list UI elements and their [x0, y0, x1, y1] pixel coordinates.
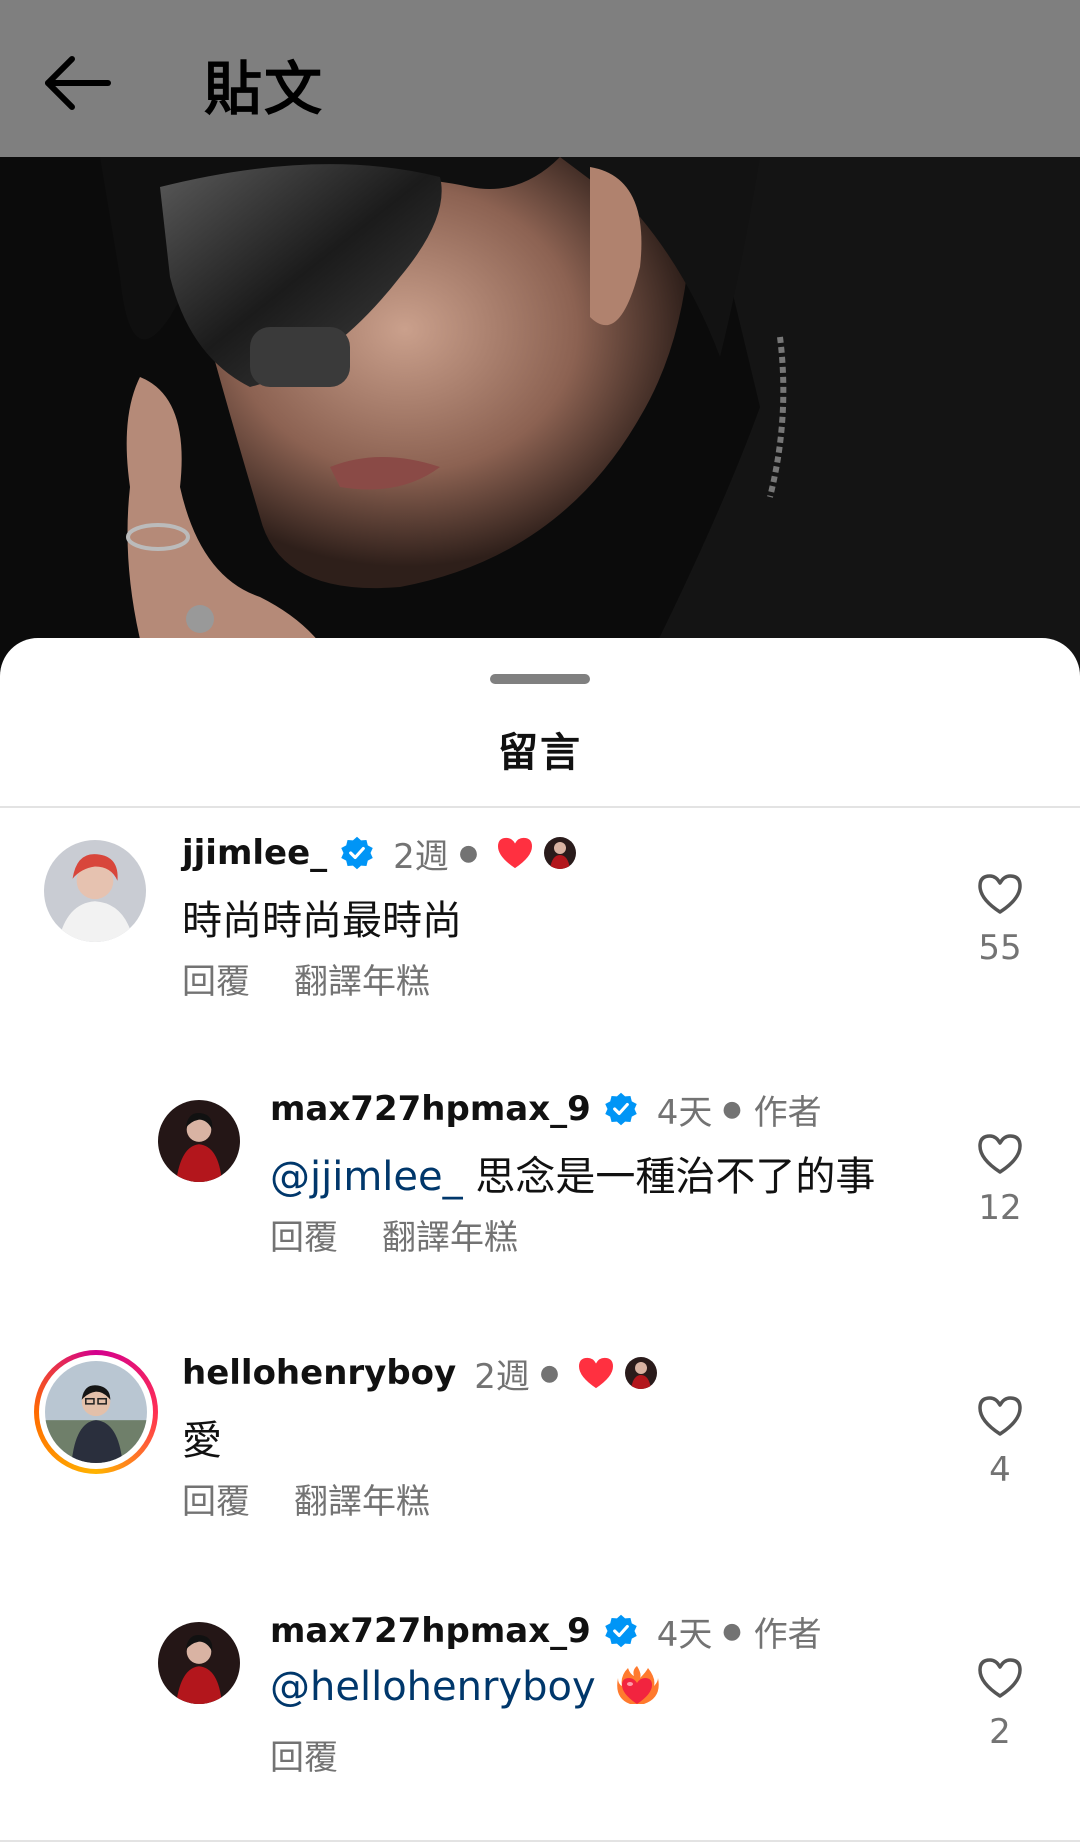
comment-text: 愛: [182, 1418, 222, 1464]
author-label: 作者: [753, 1614, 822, 1655]
like-column: 2: [960, 1656, 1040, 1752]
timestamp: 4天: [656, 1092, 713, 1133]
comment-meta: jjimlee_ 2週 ●: [182, 828, 577, 878]
author-label: 作者: [753, 1092, 822, 1133]
comment-actions: 回覆 翻譯年糕: [182, 1474, 474, 1523]
like-count: 4: [989, 1450, 1011, 1490]
username[interactable]: hellohenryboy: [182, 1353, 456, 1393]
heart-on-fire-icon: [614, 1662, 660, 1708]
like-column: 55: [960, 872, 1040, 968]
reply-item: max727hpmax_9 4天 ● 作者 @hellohenryboy 回覆: [0, 1602, 1080, 1802]
comment-meta: max727hpmax_9 4天 ● 作者: [270, 1084, 822, 1134]
sheet-title: 留言: [498, 730, 582, 776]
timestamp: 2週: [393, 836, 449, 877]
comment-meta: hellohenryboy 2週 ●: [182, 1348, 658, 1398]
like-heart-icon[interactable]: [976, 1132, 1024, 1176]
timestamp: 4天: [656, 1614, 713, 1655]
reply-item: max727hpmax_9 4天 ● 作者 @jjimlee_ 思念是一種治不了…: [0, 1078, 1080, 1278]
avatar[interactable]: [44, 840, 146, 942]
liked-by-author-heart-icon: [577, 1356, 615, 1390]
comment-meta: max727hpmax_9 4天 ● 作者: [270, 1606, 822, 1656]
like-column: 12: [960, 1132, 1040, 1228]
like-count: 2: [989, 1712, 1011, 1752]
liked-by-author-heart-icon: [496, 836, 534, 870]
back-button[interactable]: [38, 48, 118, 118]
separator-dot: ●: [722, 1618, 742, 1644]
translate-button[interactable]: 翻譯年糕: [294, 1482, 430, 1522]
username[interactable]: max727hpmax_9: [270, 1611, 591, 1651]
comment-actions: 回覆 翻譯年糕: [270, 1210, 562, 1259]
drag-handle[interactable]: [490, 674, 590, 684]
comments-sheet: 留言 jjimlee_ 2週 ● 時尚時尚最時尚 回覆 翻譯年糕 55 max7…: [0, 638, 1080, 1844]
reply-button[interactable]: 回覆: [270, 1738, 338, 1778]
mention-link[interactable]: @hellohenryboy: [270, 1664, 596, 1710]
avatar[interactable]: [158, 1622, 240, 1704]
username[interactable]: jjimlee_: [182, 833, 327, 873]
top-app-bar: 貼文: [0, 0, 1080, 157]
author-mini-avatar: [625, 1357, 658, 1389]
page-title: 貼文: [204, 55, 325, 123]
translate-button[interactable]: 翻譯年糕: [294, 962, 430, 1002]
like-heart-icon[interactable]: [976, 1656, 1024, 1700]
username[interactable]: max727hpmax_9: [270, 1089, 591, 1129]
comment-text: @jjimlee_ 思念是一種治不了的事: [270, 1144, 875, 1202]
comment-item: hellohenryboy 2週 ● 愛 回覆 翻譯年糕 4: [0, 1340, 1080, 1540]
reply-button[interactable]: 回覆: [182, 962, 250, 1002]
like-count: 12: [978, 1188, 1022, 1228]
author-mini-avatar: [544, 837, 577, 869]
comment-actions: 回覆 翻譯年糕: [182, 954, 474, 1003]
separator-dot: ●: [722, 1096, 742, 1122]
separator-dot: ●: [539, 1360, 560, 1386]
verified-badge-icon: [603, 1091, 639, 1127]
like-count: 55: [978, 928, 1022, 968]
comment-text: @hellohenryboy: [270, 1662, 660, 1710]
separator-dot: ●: [458, 840, 479, 866]
comment-actions: 回覆: [270, 1730, 382, 1779]
arrow-left-icon: [45, 56, 111, 110]
translate-button[interactable]: 翻譯年糕: [382, 1218, 518, 1258]
mention-link[interactable]: @jjimlee_: [270, 1154, 463, 1200]
timestamp: 2週: [474, 1356, 530, 1397]
like-heart-icon[interactable]: [976, 1394, 1024, 1438]
like-heart-icon[interactable]: [976, 872, 1024, 916]
comment-item: jjimlee_ 2週 ● 時尚時尚最時尚 回覆 翻譯年糕 55: [0, 818, 1080, 1018]
divider: [0, 1840, 1080, 1842]
comment-text: 時尚時尚最時尚: [182, 898, 462, 944]
divider: [0, 806, 1080, 808]
post-photo: [0, 157, 1080, 677]
reply-button[interactable]: 回覆: [270, 1218, 338, 1258]
avatar: [45, 1361, 147, 1463]
verified-badge-icon: [339, 835, 375, 871]
reply-button[interactable]: 回覆: [182, 1482, 250, 1522]
verified-badge-icon: [603, 1613, 639, 1649]
comment-body: 思念是一種治不了的事: [475, 1154, 876, 1200]
story-ring-avatar[interactable]: [34, 1350, 158, 1474]
avatar[interactable]: [158, 1100, 240, 1182]
like-column: 4: [960, 1394, 1040, 1490]
